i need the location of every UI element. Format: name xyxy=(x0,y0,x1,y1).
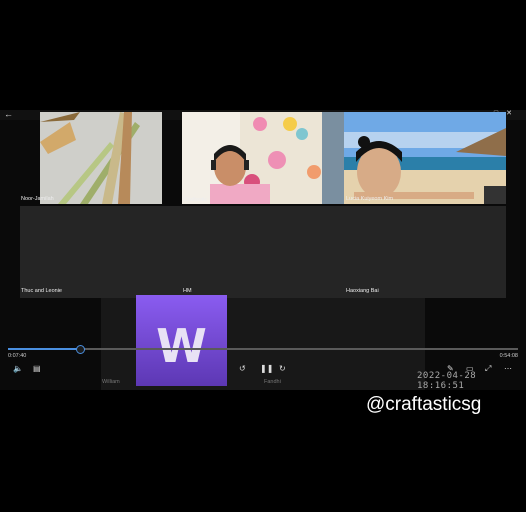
participant-name: Haoxiang Bai xyxy=(346,288,379,294)
total-time: 0:54:08 xyxy=(499,353,518,359)
volume-icon[interactable]: 🔈 xyxy=(13,364,23,373)
seek-thumb[interactable] xyxy=(76,344,86,354)
beach-camera-image xyxy=(344,112,506,204)
video-tile-haoxiang-bai xyxy=(344,206,506,298)
captions-icon[interactable]: ▤ xyxy=(33,364,41,373)
participant-name: HM xyxy=(183,288,192,294)
forward-icon[interactable]: ↻ xyxy=(279,364,286,373)
avatar-william: W xyxy=(136,295,227,386)
video-tile-fandhi xyxy=(263,298,425,390)
participant-name: William xyxy=(102,379,120,385)
current-time: 0:07:40 xyxy=(8,353,27,359)
pause-icon[interactable]: ❚❚ xyxy=(260,364,273,373)
video-tile-lucia xyxy=(344,112,506,204)
participant-name: Noor-Jamilah xyxy=(21,196,54,202)
rewind-icon[interactable]: ↺ xyxy=(239,364,246,373)
video-tile-craftastic: Craftastic xyxy=(182,112,344,204)
video-player: ← —□✕ xyxy=(0,109,526,391)
video-tile-thuc-and-leonie xyxy=(20,206,182,298)
close-icon[interactable]: ✕ xyxy=(506,110,520,117)
host-camera-image xyxy=(182,112,344,204)
back-arrow-icon[interactable]: ← xyxy=(4,109,13,119)
participant-name: Lucia Kuiyeom Kim xyxy=(346,196,394,202)
participant-name: Craftastic xyxy=(184,197,208,203)
video-tile-hm xyxy=(182,206,344,298)
recording-timestamp: 2022-04-28 18:16:51 xyxy=(417,371,477,391)
video-tile-noor-jamilah xyxy=(40,112,162,204)
craft-leaves-image xyxy=(40,112,162,204)
seek-progress xyxy=(8,348,81,350)
watermark-handle: @craftasticsg xyxy=(366,394,482,415)
participant-name: Fandhi xyxy=(264,379,281,385)
seek-bar[interactable] xyxy=(8,344,518,355)
participant-name: Thuc and Leonie xyxy=(21,288,62,294)
